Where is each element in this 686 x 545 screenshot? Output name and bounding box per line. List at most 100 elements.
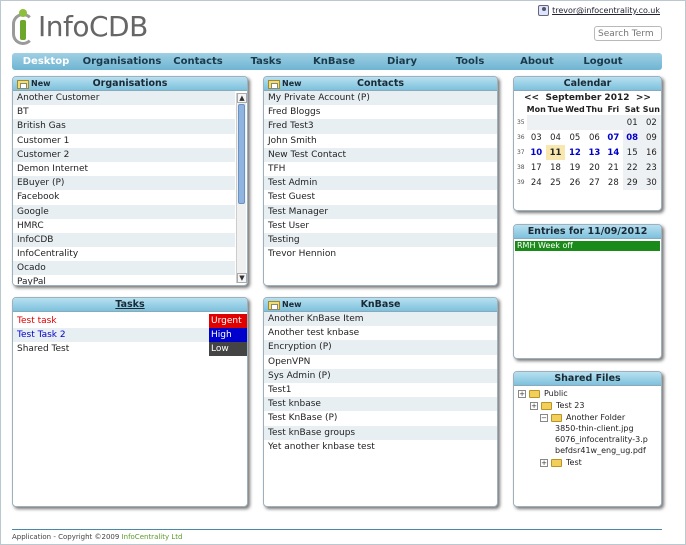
expand-icon[interactable]: + bbox=[540, 458, 548, 467]
organisation-list-item[interactable]: InfoCDB bbox=[13, 232, 235, 248]
contact-list-item[interactable]: Testing bbox=[264, 232, 497, 248]
nav-diary[interactable]: Diary bbox=[368, 53, 436, 70]
organisation-list-item[interactable]: Customer 2 bbox=[13, 147, 235, 162]
tree-node-label[interactable]: Public bbox=[544, 389, 568, 398]
knbase-list-item[interactable]: Test knBase groups bbox=[264, 425, 497, 440]
contact-list-item[interactable]: Fred Test3 bbox=[264, 119, 497, 134]
contact-list-item[interactable]: Test Guest bbox=[264, 190, 497, 205]
calendar-day[interactable]: 08 bbox=[622, 130, 642, 145]
calendar-day[interactable]: 05 bbox=[565, 130, 585, 145]
contact-list-item[interactable]: Fred Bloggs bbox=[264, 105, 497, 120]
organisation-list-item[interactable]: HMRC bbox=[13, 218, 235, 233]
contact-list-item[interactable]: Test Manager bbox=[264, 204, 497, 219]
calendar-day[interactable]: 25 bbox=[546, 175, 565, 190]
tree-node-label[interactable]: Test bbox=[566, 458, 582, 467]
new-organisation-button[interactable]: New bbox=[17, 77, 51, 91]
calendar-day[interactable]: 23 bbox=[641, 160, 661, 175]
folder-node[interactable]: + Test bbox=[540, 458, 582, 467]
new-knbase-button[interactable]: New bbox=[268, 298, 302, 312]
nav-about[interactable]: About bbox=[504, 53, 570, 70]
contact-list-item[interactable]: Test User bbox=[264, 218, 497, 233]
calendar-day[interactable]: 19 bbox=[565, 160, 585, 175]
new-contact-button[interactable]: New bbox=[268, 77, 302, 91]
task-row[interactable]: Test task Urgent bbox=[13, 314, 247, 328]
knbase-list-item[interactable]: Another test knbase bbox=[264, 326, 497, 341]
nav-tasks[interactable]: Tasks bbox=[232, 53, 300, 70]
prev-month-button[interactable]: << bbox=[524, 93, 539, 104]
calendar-day[interactable]: 03 bbox=[527, 130, 546, 145]
task-name[interactable]: Shared Test bbox=[13, 342, 209, 356]
organisation-list-item[interactable]: PayPal bbox=[13, 275, 235, 285]
nav-contacts[interactable]: Contacts bbox=[164, 53, 232, 70]
calendar-day[interactable]: 22 bbox=[622, 160, 642, 175]
organisation-list-item[interactable]: EBuyer (P) bbox=[13, 176, 235, 191]
contact-list-item[interactable]: My Private Account (P) bbox=[264, 91, 497, 106]
calendar-day[interactable]: 17 bbox=[527, 160, 546, 175]
calendar-day[interactable]: 26 bbox=[565, 175, 585, 190]
knbase-list-item[interactable]: Sys Admin (P) bbox=[264, 368, 497, 383]
tree-node-label[interactable]: 6076_infocentrality-3.p bbox=[555, 435, 648, 444]
tree-node-label[interactable]: 3850-thin-client.jpg bbox=[555, 424, 634, 433]
knbase-list-item[interactable]: Encryption (P) bbox=[264, 340, 497, 355]
expand-icon[interactable]: + bbox=[530, 401, 538, 410]
calendar-day[interactable]: 09 bbox=[641, 130, 661, 145]
calendar-day[interactable]: 14 bbox=[604, 145, 623, 160]
next-month-button[interactable]: >> bbox=[636, 93, 651, 104]
contact-list-item[interactable]: New Test Contact bbox=[264, 147, 497, 162]
knbase-list-item[interactable]: Test knbase bbox=[264, 397, 497, 412]
user-email-link[interactable]: trevor@infocentrality.co.uk bbox=[552, 6, 660, 15]
diary-entry[interactable]: RMH Week off bbox=[515, 241, 660, 251]
knbase-list-item[interactable]: Test1 bbox=[264, 382, 497, 398]
organisation-list-item[interactable]: Ocado bbox=[13, 261, 235, 276]
scroll-down-icon[interactable]: ▼ bbox=[237, 273, 247, 283]
task-name[interactable]: Test Task 2 bbox=[13, 328, 209, 342]
collapse-icon[interactable]: − bbox=[540, 413, 548, 422]
contact-list-item[interactable]: Test Admin bbox=[264, 176, 497, 191]
tasks-title-link[interactable]: Tasks bbox=[115, 299, 144, 310]
calendar-day[interactable]: 27 bbox=[585, 175, 604, 190]
contact-list-item[interactable]: Trevor Hennion bbox=[264, 247, 497, 262]
tree-node-label[interactable]: Another Folder bbox=[566, 413, 625, 422]
calendar-day[interactable]: 06 bbox=[585, 130, 604, 145]
file-node[interactable]: 6076_infocentrality-3.p bbox=[555, 435, 648, 444]
file-node[interactable]: befdsr41w_eng_ug.pdf bbox=[555, 446, 646, 455]
calendar-day[interactable]: 04 bbox=[546, 130, 565, 145]
organisation-list-item[interactable]: Customer 1 bbox=[13, 133, 235, 148]
calendar-day[interactable]: 20 bbox=[585, 160, 604, 175]
knbase-list-item[interactable]: Test KnBase (P) bbox=[264, 411, 497, 426]
calendar-day[interactable]: 29 bbox=[622, 175, 642, 190]
calendar-day[interactable]: 11 bbox=[545, 145, 566, 160]
contact-list-item[interactable]: John Smith bbox=[264, 133, 497, 148]
calendar-day[interactable]: 15 bbox=[622, 145, 642, 160]
nav-organisations[interactable]: Organisations bbox=[80, 53, 164, 70]
tree-node-label[interactable]: Test 23 bbox=[556, 401, 584, 410]
scroll-up-icon[interactable]: ▲ bbox=[237, 93, 247, 103]
knbase-list-item[interactable]: OpenVPN bbox=[264, 354, 497, 369]
calendar-day[interactable]: 16 bbox=[641, 145, 661, 160]
knbase-list-item[interactable]: Yet another knbase test bbox=[264, 439, 497, 454]
tree-node-label[interactable]: befdsr41w_eng_ug.pdf bbox=[555, 446, 646, 455]
nav-knbase[interactable]: KnBase bbox=[300, 53, 368, 70]
folder-node[interactable]: − Another Folder bbox=[540, 413, 625, 422]
organisation-list-item[interactable]: Demon Internet bbox=[13, 161, 235, 177]
task-name[interactable]: Test task bbox=[13, 314, 209, 328]
organisation-list-item[interactable]: Another Customer bbox=[13, 91, 235, 106]
organisation-list-item[interactable]: British Gas bbox=[13, 119, 235, 134]
task-row[interactable]: Shared Test Low bbox=[13, 342, 247, 356]
calendar-day[interactable]: 30 bbox=[641, 175, 661, 190]
calendar-day[interactable]: 24 bbox=[527, 175, 546, 190]
calendar-day[interactable]: 13 bbox=[585, 145, 604, 160]
organisation-list-item[interactable]: Google bbox=[13, 204, 235, 219]
calendar-day[interactable]: 12 bbox=[565, 145, 585, 160]
organisation-list-item[interactable]: InfoCentrality bbox=[13, 247, 235, 262]
calendar-day[interactable]: 10 bbox=[527, 145, 546, 160]
calendar-day[interactable]: 07 bbox=[604, 130, 623, 145]
nav-desktop[interactable]: Desktop bbox=[12, 53, 80, 70]
calendar-day[interactable]: 02 bbox=[641, 115, 661, 130]
nav-logout[interactable]: Logout bbox=[570, 53, 636, 70]
calendar-day[interactable]: 01 bbox=[622, 115, 642, 130]
calendar-day[interactable]: 18 bbox=[546, 160, 565, 175]
organisation-list-item[interactable]: BT bbox=[13, 105, 235, 120]
organisation-list-item[interactable]: Facebook bbox=[13, 190, 235, 205]
folder-node[interactable]: + Public bbox=[518, 389, 568, 398]
